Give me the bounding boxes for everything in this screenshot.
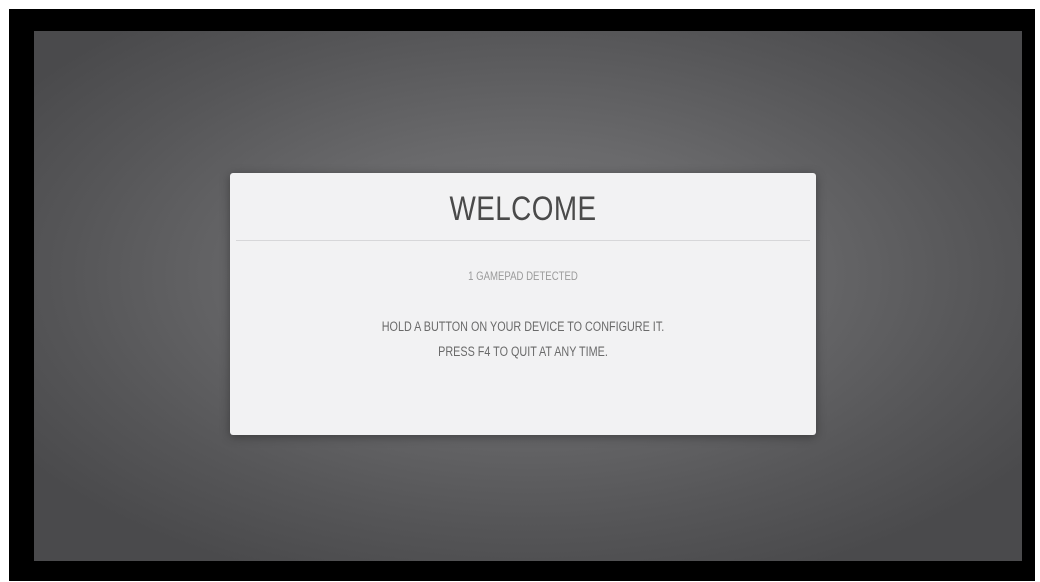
dialog-divider	[236, 240, 810, 241]
screen-background: WELCOME 1 GAMEPAD DETECTED HOLD A BUTTON…	[34, 31, 1022, 561]
welcome-dialog: WELCOME 1 GAMEPAD DETECTED HOLD A BUTTON…	[230, 173, 816, 435]
instruction-text-quit: PRESS F4 TO QUIT AT ANY TIME.	[438, 344, 608, 359]
display-frame: WELCOME 1 GAMEPAD DETECTED HOLD A BUTTON…	[9, 9, 1035, 581]
instruction-text-configure: HOLD A BUTTON ON YOUR DEVICE TO CONFIGUR…	[381, 319, 665, 334]
dialog-title: WELCOME	[449, 190, 597, 228]
gamepad-status-text: 1 GAMEPAD DETECTED	[468, 269, 578, 283]
